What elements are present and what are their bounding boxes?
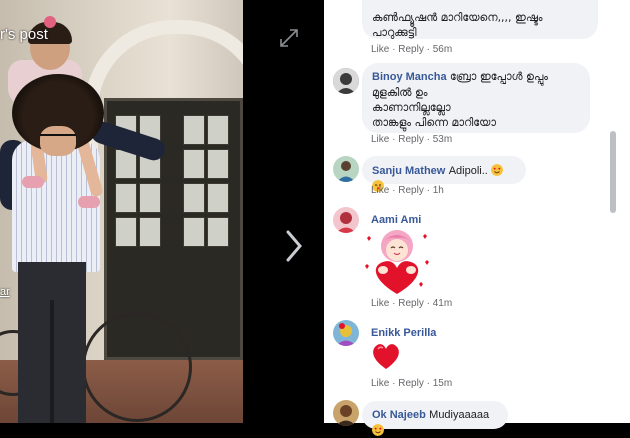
comments-scrollbar-thumb[interactable] [610, 131, 616, 213]
comment-author[interactable]: Ok Najeeb [372, 409, 426, 421]
reply-link[interactable]: Reply [398, 134, 424, 145]
like-link[interactable]: Like [371, 44, 389, 55]
heart-eyes-emoji-icon [372, 424, 384, 436]
like-link[interactable]: Like [371, 298, 389, 309]
bicycle-front-wheel [82, 312, 192, 422]
reply-link[interactable]: Reply [398, 378, 424, 389]
red-heart-icon [373, 344, 399, 369]
comment-actions: Like · Reply · 15m [371, 378, 453, 389]
comment-text: Mudiyaaaaa [429, 409, 490, 421]
comment-author[interactable]: Aami Ami [371, 214, 421, 226]
chevron-right-icon[interactable] [281, 226, 307, 266]
avatar[interactable] [333, 68, 359, 94]
avatar[interactable] [333, 156, 359, 182]
avatar[interactable] [333, 400, 359, 426]
avatar[interactable] [333, 207, 359, 233]
comment-bubble: Ok Najeeb Mudiyaaaaa [362, 401, 508, 436]
comment-actions: Like · Reply · 56m [371, 44, 453, 55]
comment-timestamp[interactable]: 1h [433, 185, 444, 196]
heart-eyes-emoji-icon [491, 164, 504, 176]
comment-bubble: കൺഫ്യൂഷൻ മാറിയേനെ,,,, ഇഷ്ടം പാറുക്കുട്ടി [362, 0, 598, 39]
comment-author[interactable]: Binoy Mancha [372, 71, 447, 83]
expand-icon[interactable] [279, 28, 299, 48]
comment-text-line: കാണാനില്ലല്ലോ [372, 101, 451, 114]
comment-text-line: കൺഫ്യൂഷൻ മാറിയേനെ,,,, ഇഷ്ടം [372, 11, 543, 24]
reply-link[interactable]: Reply [398, 185, 424, 196]
comment-author[interactable]: Enikk Perilla [371, 327, 436, 339]
comment-text-line: ബ്രോ ഇപ്പോൾ ഉപ്പും [449, 70, 548, 83]
comment-timestamp[interactable]: 56m [433, 44, 452, 55]
photo-caption-fragment: ar [0, 286, 10, 298]
post-photo[interactable]: r's post ar [0, 0, 243, 423]
photo-person-glasses [40, 134, 76, 146]
like-link[interactable]: Like [371, 134, 389, 145]
like-link[interactable]: Like [371, 378, 389, 389]
comment-actions: Like · Reply · 53m [371, 134, 453, 145]
comment-author[interactable]: Sanju Mathew [372, 165, 445, 177]
photo-caption: r's post [0, 26, 48, 43]
comment-text-line: മുളകിൽ ഉം [372, 86, 428, 99]
comment-text-line: പാറുക്കുട്ടി [372, 26, 417, 39]
comment-timestamp[interactable]: 41m [433, 298, 452, 309]
comment-bubble: Binoy Mancha ബ്രോ ഇപ്പോൾ ഉപ്പും മുളകിൽ ഉ… [362, 63, 590, 133]
reply-link[interactable]: Reply [398, 298, 424, 309]
comment-text: Adipoli.. [448, 165, 488, 177]
comment-text-line: താങ്കളും പിന്നെ മാറിയോ [372, 116, 496, 129]
comment-timestamp[interactable]: 15m [433, 378, 452, 389]
comment-actions: Like · Reply · 1h [371, 185, 444, 196]
comment-actions: Like · Reply · 41m [371, 298, 453, 309]
avatar[interactable] [333, 320, 359, 346]
comment-bubble: Sanju Mathew Adipoli.. [362, 156, 526, 192]
comment-timestamp[interactable]: 53m [433, 134, 452, 145]
heart-hug-sticker [365, 230, 429, 294]
like-link[interactable]: Like [371, 185, 389, 196]
reply-link[interactable]: Reply [398, 44, 424, 55]
